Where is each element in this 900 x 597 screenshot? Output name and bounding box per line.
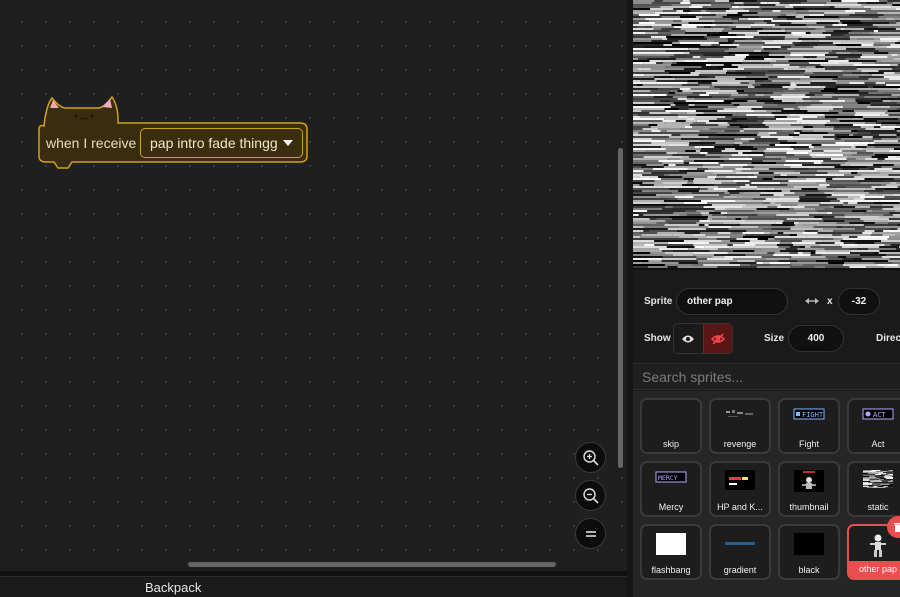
sprite-tile-black[interactable]: black bbox=[778, 524, 840, 580]
sprite-tile-revenge[interactable]: revenge bbox=[709, 398, 771, 454]
hide-sprite-button[interactable] bbox=[702, 324, 732, 353]
sprite-label: Sprite bbox=[644, 296, 673, 307]
block-label: when I receive bbox=[46, 135, 137, 151]
stage-canvas[interactable] bbox=[633, 0, 900, 268]
sprite-tile-gradient[interactable]: gradient bbox=[709, 524, 771, 580]
sprite-tile-label: flashbang bbox=[651, 565, 691, 575]
sprite-list: skip revenge FIGHT Fight ACT Act MERCY M… bbox=[633, 391, 900, 597]
sprite-tile-label: thumbnail bbox=[789, 502, 829, 512]
sprite-tile-static[interactable]: static bbox=[847, 461, 900, 517]
show-sprite-button[interactable] bbox=[674, 324, 703, 353]
sprite-name-input[interactable]: other pap bbox=[676, 288, 788, 315]
fight-thumb-text: FIGHT bbox=[802, 411, 824, 419]
x-axis-arrow-icon bbox=[805, 298, 819, 304]
sprite-tile-skip[interactable]: skip bbox=[640, 398, 702, 454]
backpack-bar[interactable]: Backpack bbox=[0, 576, 627, 597]
zoom-in-icon bbox=[582, 449, 599, 466]
sprite-tile-label: static bbox=[867, 502, 889, 512]
revenge-thumbnail bbox=[726, 410, 753, 417]
act-button-thumbnail: ACT bbox=[862, 408, 894, 420]
eye-icon bbox=[682, 335, 695, 342]
sprite-tile-hp-and-kr[interactable]: HP and K... bbox=[709, 461, 771, 517]
size-input[interactable]: 400 bbox=[788, 325, 844, 352]
x-label: x bbox=[827, 296, 833, 307]
visibility-toggle bbox=[673, 323, 733, 354]
show-label: Show bbox=[644, 333, 671, 344]
sprite-tile-label: skip bbox=[662, 439, 679, 449]
sprite-search-bar[interactable]: Search sprites... bbox=[633, 363, 900, 390]
fight-button-thumbnail: FIGHT bbox=[793, 408, 825, 420]
sprite-tile-mercy[interactable]: MERCY Mercy bbox=[640, 461, 702, 517]
direction-label: Directi bbox=[876, 333, 900, 344]
when-i-receive-block[interactable]: when I receive pap intro fade thingg bbox=[38, 94, 310, 174]
zoom-out-button[interactable] bbox=[575, 480, 606, 511]
mercy-button-thumbnail: MERCY bbox=[655, 471, 687, 483]
sprite-pane: Sprite other pap x -32 Show Size 400 Dir… bbox=[633, 270, 900, 597]
sprite-search-placeholder: Search sprites... bbox=[642, 369, 744, 385]
static-noise-image bbox=[633, 0, 900, 268]
broadcast-message-value: pap intro fade thingg bbox=[150, 135, 278, 151]
size-value: 400 bbox=[807, 333, 825, 344]
sprite-tile-label: gradient bbox=[723, 565, 757, 575]
zoom-reset-icon bbox=[585, 530, 596, 537]
sprite-tile-label: Act bbox=[871, 439, 885, 449]
code-workspace[interactable]: when I receive pap intro fade thingg bbox=[0, 0, 627, 571]
sprite-info: Sprite other pap x -32 Show Size 400 Dir… bbox=[633, 270, 900, 363]
x-position-value: -32 bbox=[851, 296, 867, 307]
workspace-vertical-scrollbar[interactable] bbox=[618, 148, 623, 468]
zoom-reset-button[interactable] bbox=[575, 518, 606, 549]
act-thumb-text: ACT bbox=[873, 411, 886, 419]
size-label: Size bbox=[764, 333, 785, 344]
sprite-tile-thumbnail[interactable]: thumbnail bbox=[778, 461, 840, 517]
zoom-in-button[interactable] bbox=[575, 442, 606, 473]
thumbnail-image bbox=[794, 470, 824, 492]
mercy-thumb-text: MERCY bbox=[658, 474, 678, 482]
sprite-tile-act[interactable]: ACT Act bbox=[847, 398, 900, 454]
gradient-thumbnail bbox=[725, 542, 755, 545]
white-rectangle-thumbnail bbox=[656, 533, 686, 555]
sprite-tile-label: other pap bbox=[849, 561, 900, 578]
x-position-input[interactable]: -32 bbox=[838, 288, 880, 315]
sprite-tile-label: Fight bbox=[798, 439, 819, 449]
hp-bar-thumbnail bbox=[725, 470, 755, 490]
sprite-tile-label: revenge bbox=[723, 439, 757, 449]
skeleton-thumbnail bbox=[870, 534, 886, 557]
static-thumbnail bbox=[863, 470, 893, 488]
eye-slash-icon bbox=[710, 332, 725, 345]
sprite-tile-label: HP and K... bbox=[717, 502, 763, 512]
sprite-tile-label: black bbox=[798, 565, 820, 575]
dropdown-caret-icon bbox=[283, 140, 293, 146]
sprite-tile-label: Mercy bbox=[658, 502, 684, 512]
trash-icon bbox=[894, 522, 900, 532]
backpack-label: Backpack bbox=[145, 580, 202, 595]
broadcast-message-dropdown[interactable]: pap intro fade thingg bbox=[140, 128, 303, 158]
sprite-tile-flashbang[interactable]: flashbang bbox=[640, 524, 702, 580]
sprite-tile-fight[interactable]: FIGHT Fight bbox=[778, 398, 840, 454]
workspace-horizontal-scrollbar[interactable] bbox=[188, 562, 556, 567]
black-rectangle-thumbnail bbox=[794, 533, 824, 555]
editor-root: when I receive pap intro fade thingg Bac… bbox=[0, 0, 900, 597]
zoom-out-icon bbox=[582, 487, 599, 504]
sprite-name-value: other pap bbox=[687, 296, 733, 307]
